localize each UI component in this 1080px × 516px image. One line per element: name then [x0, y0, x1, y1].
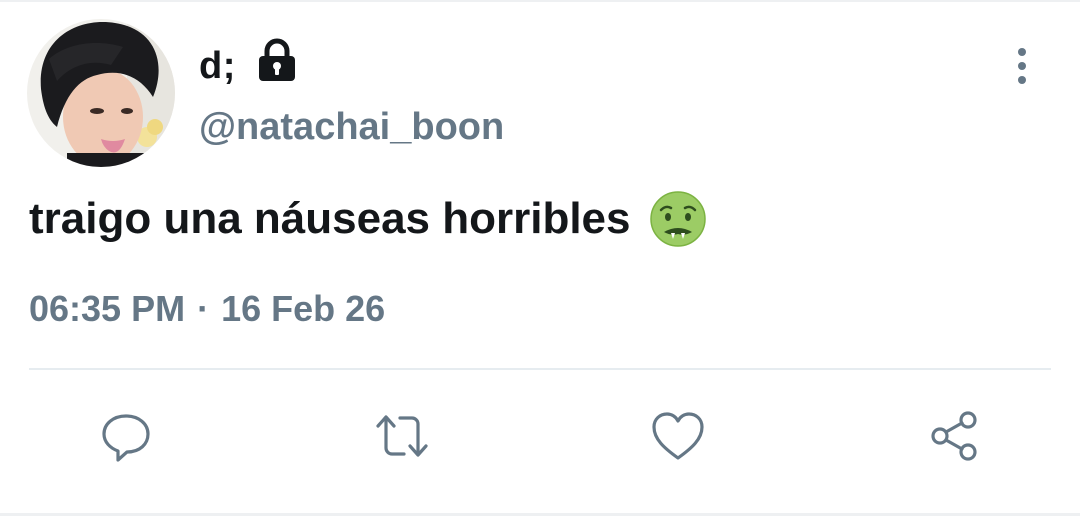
avatar[interactable] [27, 19, 175, 167]
nauseated-face-emoji-icon [649, 190, 707, 248]
more-options-button[interactable] [1000, 44, 1044, 88]
retweet-button[interactable] [366, 400, 438, 472]
like-button[interactable] [642, 400, 714, 472]
tweet-date: 16 Feb 26 [221, 288, 386, 329]
timestamp-separator: · [197, 288, 210, 329]
share-button[interactable] [918, 400, 990, 472]
author-name-row: d; [199, 36, 300, 96]
display-name[interactable]: d; [199, 45, 236, 88]
share-icon [931, 411, 977, 461]
author-handle[interactable]: @natachai_boon [199, 106, 504, 149]
top-divider [0, 0, 1080, 2]
vertical-ellipsis-icon [1018, 48, 1026, 84]
tweet-actions-bar [0, 400, 1080, 472]
tweet-time: 06:35 PM [29, 288, 186, 329]
heart-icon [652, 412, 704, 460]
actions-divider [29, 368, 1051, 370]
lock-icon [254, 37, 300, 83]
comment-icon [102, 414, 150, 462]
tweet-body: traigo una náuseas horribles [29, 190, 707, 248]
tweet-timestamp: 06:35 PM · 16 Feb 26 [29, 288, 385, 330]
reply-button[interactable] [90, 400, 162, 472]
tweet-text: traigo una náuseas horribles [29, 194, 631, 243]
avatar-image [27, 19, 175, 167]
retweet-icon [376, 415, 428, 457]
